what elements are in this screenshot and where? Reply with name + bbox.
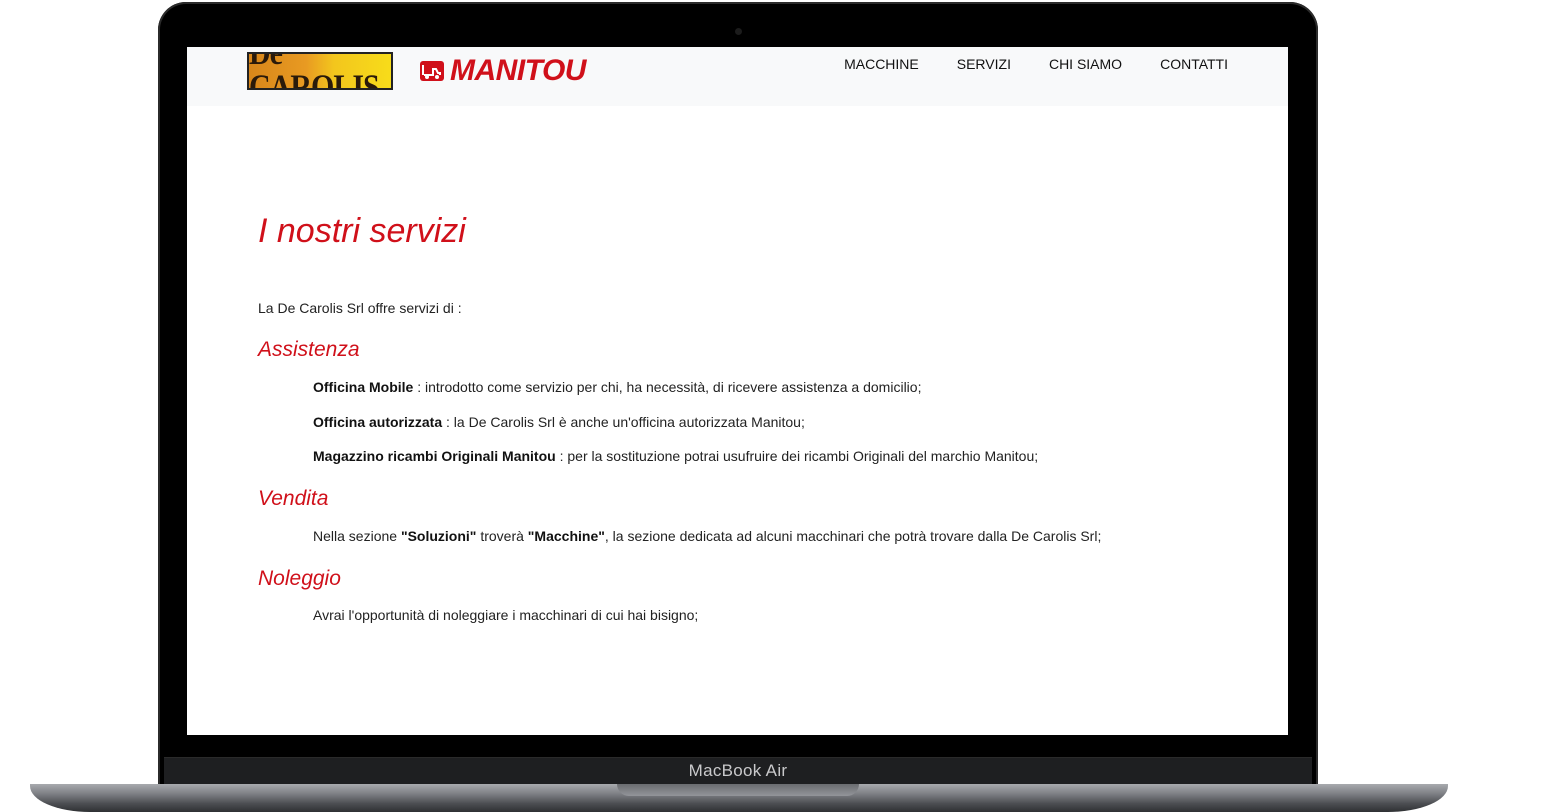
nav-contatti[interactable]: CONTATTI (1160, 56, 1228, 72)
browser-viewport: De CAROLIS MANITOU MACCHINE SERVIZI CHI … (187, 47, 1288, 735)
list-item: Magazzino ricambi Originali Manitou : pe… (313, 448, 1038, 464)
nav-chi-siamo[interactable]: CHI SIAMO (1049, 56, 1122, 72)
device-label: MacBook Air (688, 761, 788, 780)
nav-servizi[interactable]: SERVIZI (957, 56, 1011, 72)
list-item: Officina Mobile : introdotto come serviz… (313, 379, 921, 395)
camera-icon (735, 28, 742, 35)
page-title: I nostri servizi (258, 212, 466, 250)
main-nav: MACCHINE SERVIZI CHI SIAMO CONTATTI (806, 56, 1228, 72)
item-text: troverà (476, 528, 528, 544)
manitou-logo[interactable]: MANITOU (419, 54, 586, 87)
list-item: Officina autorizzata : la De Carolis Srl… (313, 414, 805, 430)
section-heading-assistenza: Assistenza (258, 338, 360, 361)
item-text: Nella sezione (313, 528, 401, 544)
item-text: , la sezione dedicata ad alcuni macchina… (604, 528, 1102, 544)
laptop-hinge-notch (617, 784, 859, 796)
item-title: Officina Mobile (313, 379, 414, 395)
item-text: : la De Carolis Srl è anche un'officina … (442, 414, 805, 430)
section-heading-noleggio: Noleggio (258, 567, 341, 590)
item-text: Avrai l'opportunità di noleggiare i macc… (313, 607, 699, 623)
de-carolis-logo-text: De CAROLIS (249, 52, 380, 90)
item-text: : introdotto come servizio per chi, ha n… (413, 379, 922, 395)
item-title: Officina autorizzata (313, 414, 443, 430)
manitou-logo-text: MANITOU (450, 54, 586, 87)
item-bold: "Soluzioni" (400, 528, 477, 544)
item-bold: "Macchine" (527, 528, 605, 544)
site-navbar: De CAROLIS MANITOU MACCHINE SERVIZI CHI … (187, 47, 1288, 106)
intro-text: La De Carolis Srl offre servizi di : (258, 300, 462, 316)
laptop-chin: MacBook Air (164, 757, 1312, 786)
section-heading-vendita: Vendita (258, 487, 329, 510)
item-text: : per la sostituzione potrai usufruire d… (555, 448, 1039, 464)
list-item: Nella sezione "Soluzioni" troverà "Macch… (313, 528, 1101, 544)
nav-macchine[interactable]: MACCHINE (844, 56, 919, 72)
list-item: Avrai l'opportunità di noleggiare i macc… (313, 607, 698, 623)
item-title: Magazzino ricambi Originali Manitou (313, 448, 556, 464)
de-carolis-logo[interactable]: De CAROLIS (247, 52, 393, 90)
manitou-forklift-icon (420, 61, 444, 81)
